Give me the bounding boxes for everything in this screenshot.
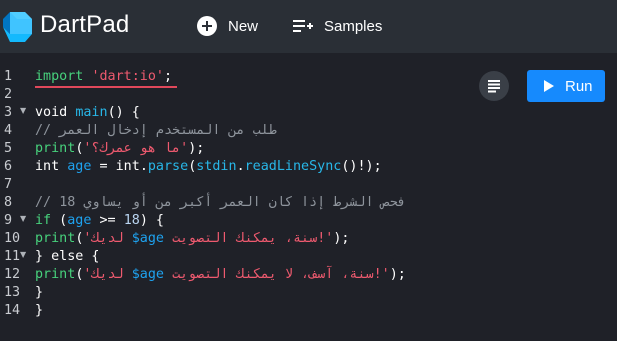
code-line-9: if (age >= 18) { [35, 211, 164, 230]
string-literal: 'dart:io' [91, 69, 164, 84]
code-line-1: import 'dart:io'; [35, 67, 172, 86]
punctuation: ); [188, 141, 205, 156]
line-number: 7 [4, 177, 13, 192]
code-line-12: print('لديك $age سنة، آسف، لا يمكنك التص… [35, 265, 406, 284]
type-int: int [115, 159, 140, 174]
keyword-if: if [35, 213, 52, 228]
keyword-else: else [51, 249, 84, 264]
string-literal: سنة، يمكنك التصويت!' [164, 231, 334, 246]
string-literal: 'لديك [83, 267, 132, 282]
punctuation: () { [107, 105, 140, 120]
string-literal: سنة، آسف، لا يمكنك التصويت!' [164, 267, 390, 282]
app-header: DartPad New Samples [0, 0, 617, 53]
punctuation: } [35, 249, 52, 264]
string-literal: 'لديك [83, 231, 132, 246]
code-comment: // طلب من المستخدم إدخال العمر [35, 123, 277, 138]
method-name: readLineSync [244, 159, 342, 174]
type-void: void [35, 105, 68, 120]
function-call: print [35, 267, 76, 282]
punctuation: ); [389, 267, 406, 282]
new-label: New [228, 17, 259, 35]
function-call: print [35, 141, 76, 156]
code-line-13: } [35, 285, 44, 300]
samples-label: Samples [324, 17, 383, 35]
variable-name: age [67, 159, 92, 174]
operator: >= [91, 213, 124, 228]
error-underline [35, 86, 177, 88]
code-comment: // فحص الشرط إذا كان العمر أكبر من أو يس… [35, 195, 406, 210]
identifier: stdin [196, 159, 237, 174]
punctuation: { [83, 249, 100, 264]
fold-arrow-icon[interactable]: ▼ [20, 106, 26, 115]
code-line-10: print('لديك $age سنة، يمكنك التصويت!'); [35, 229, 349, 248]
line-number: 5 [4, 141, 13, 156]
line-number: 1 [4, 69, 13, 84]
format-align-icon [488, 80, 500, 93]
punctuation: ( [51, 213, 68, 228]
line-number: 2 [4, 87, 13, 102]
punctuation: ); [333, 231, 350, 246]
app-title: DartPad [40, 11, 130, 38]
string-interpolation: $age [131, 231, 164, 246]
plus-circle-icon [197, 16, 217, 36]
method-name: parse [147, 159, 189, 174]
keyword-import: import [35, 69, 84, 84]
operator: = [91, 159, 116, 174]
fold-arrow-icon[interactable]: ▼ [20, 250, 26, 259]
play-icon [544, 80, 554, 92]
line-number: 3 [4, 105, 13, 120]
line-number: 13 [4, 285, 21, 300]
line-number: 10 [4, 231, 21, 246]
fold-arrow-icon[interactable]: ▼ [20, 214, 26, 223]
line-number: 9 [4, 213, 13, 228]
code-line-6: int age = int.parse(stdin.readLineSync()… [35, 157, 382, 176]
variable-name: age [67, 213, 92, 228]
line-number: 6 [4, 159, 13, 174]
format-button[interactable] [479, 71, 509, 101]
code-editor[interactable]: 1 2 3 4 5 6 7 8 9 10 11 12 13 14 ▼ ▼ ▼ i… [0, 53, 617, 341]
punctuation: ; [164, 69, 173, 84]
punctuation: ) { [139, 213, 164, 228]
line-number: 12 [4, 267, 21, 282]
run-button[interactable]: Run [527, 70, 605, 102]
function-call: print [35, 231, 76, 246]
punctuation: . [139, 159, 148, 174]
function-name: main [75, 105, 108, 120]
code-line-11: } else { [35, 247, 100, 266]
dartpad-app: DartPad New Samples 1 2 3 4 5 6 7 8 9 10… [0, 0, 617, 341]
code-line-14: } [35, 303, 44, 318]
line-number: 14 [4, 303, 21, 318]
number-literal: 18 [123, 213, 140, 228]
string-literal: 'ما هو عمرك؟' [83, 141, 189, 156]
samples-button[interactable]: Samples [293, 14, 382, 38]
punctuation: . [236, 159, 245, 174]
new-button[interactable]: New [197, 14, 258, 38]
code-line-5: print('ما هو عمرك؟'); [35, 139, 204, 158]
string-interpolation: $age [131, 267, 164, 282]
type-int: int [35, 159, 60, 174]
line-number: 8 [4, 195, 13, 210]
line-number: 4 [4, 123, 13, 138]
code-line-3: void main() { [35, 103, 140, 122]
punctuation: ()!); [341, 159, 382, 174]
playlist-add-icon [293, 20, 313, 32]
dart-logo-icon[interactable] [3, 10, 33, 44]
run-label: Run [565, 77, 593, 95]
line-number: 11 [4, 249, 21, 264]
